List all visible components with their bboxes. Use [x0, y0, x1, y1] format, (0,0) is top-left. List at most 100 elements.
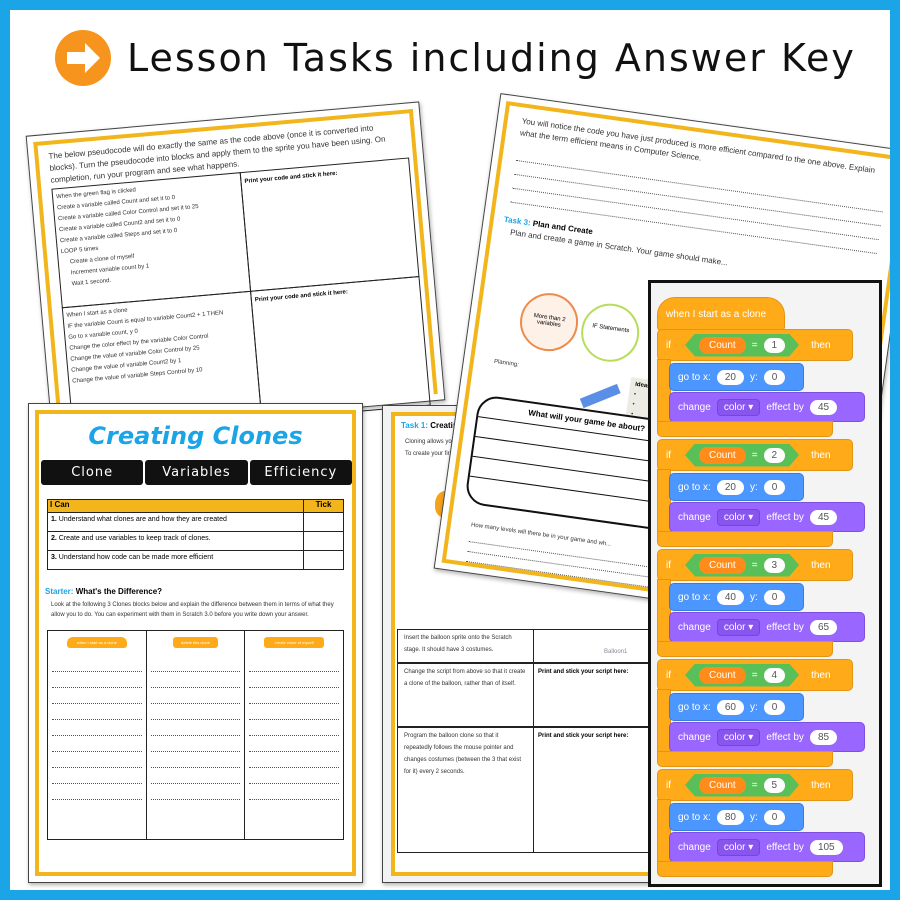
change-label: change [678, 511, 711, 523]
x-value[interactable]: 40 [716, 589, 744, 605]
effect-value[interactable]: 65 [809, 619, 838, 635]
count-value[interactable]: 5 [764, 778, 786, 793]
count-value[interactable]: 1 [764, 338, 786, 353]
task-row: Insert the balloon sprite onto the Scrat… [398, 630, 534, 662]
arrow-right-circle-icon [55, 30, 111, 86]
equals-sign: = [751, 559, 758, 571]
effect-name: color [723, 511, 746, 523]
effect-dropdown[interactable]: color ▾ [716, 508, 761, 526]
hat-block: when I start as a clone [657, 297, 785, 331]
effect-name: color [723, 841, 746, 853]
equals-condition: Count = 1 [685, 334, 799, 357]
y-label: y: [749, 701, 758, 713]
x-value[interactable]: 20 [716, 479, 744, 495]
equals-condition: Count = 2 [685, 444, 799, 467]
tick-box[interactable] [303, 532, 343, 550]
count-value[interactable]: 2 [764, 448, 786, 463]
effect-dropdown[interactable]: color ▾ [716, 398, 761, 416]
equals-sign: = [751, 449, 758, 461]
effect-value[interactable]: 105 [809, 839, 843, 855]
effect-name: color [723, 401, 746, 413]
count-variable: Count [699, 667, 746, 684]
objective-row: 1. Understand what clones are and how th… [48, 512, 343, 531]
creating-clones-page: Creating Clones Clone Variables Efficiency… [28, 403, 363, 883]
delete-block: delete this clone [173, 637, 218, 648]
then-label: then [811, 779, 831, 791]
objective-text: Understand how code can be made more eff… [58, 554, 214, 561]
arrow-icon [579, 383, 621, 409]
change-label: change [678, 621, 711, 633]
objective-number: 1. [51, 516, 57, 523]
if-label: if [666, 339, 671, 351]
y-value[interactable]: 0 [763, 589, 786, 605]
block-option: myself [302, 640, 314, 645]
task-row: Change the script from above so that it … [398, 664, 534, 726]
y-label: y: [749, 591, 758, 603]
bubble-variables: More than 2 variables [516, 289, 582, 355]
effect-value[interactable]: 45 [809, 399, 838, 415]
planning-label: Planning: [493, 358, 520, 369]
then-label: then [811, 669, 831, 681]
objective-row: 3. Understand how code can be made more … [48, 550, 343, 569]
task-label: Task 3: [503, 214, 532, 228]
block-text: create clone of [274, 640, 301, 645]
effect-by-label: effect by [766, 731, 804, 743]
change-label: change [678, 401, 711, 413]
y-value[interactable]: 0 [763, 369, 786, 385]
count-value[interactable]: 4 [764, 668, 786, 683]
effect-dropdown[interactable]: color ▾ [716, 728, 761, 746]
count-value[interactable]: 3 [764, 558, 786, 573]
count-variable: Count [699, 557, 746, 574]
y-value[interactable]: 0 [763, 699, 786, 715]
difference-table: when I start as a clone delete this clon… [47, 630, 344, 840]
print-label: Print and stick your script here: [538, 733, 629, 739]
effect-by-label: effect by [766, 841, 804, 853]
pseudocode-page: The below pseudocode will do exactly the… [25, 101, 446, 437]
change-label: change [678, 731, 711, 743]
effect-name: color [723, 621, 746, 633]
x-value[interactable]: 20 [716, 369, 744, 385]
starter-text: Look at the following 3 Clones blocks be… [51, 602, 334, 618]
effect-by-label: effect by [766, 401, 804, 413]
effect-value[interactable]: 85 [809, 729, 838, 745]
equals-condition: Count = 3 [685, 554, 799, 577]
tab-variables: Variables [145, 460, 248, 485]
effect-dropdown[interactable]: color ▾ [716, 618, 761, 636]
x-value[interactable]: 60 [716, 699, 744, 715]
bubble-if: IF Statements [577, 299, 643, 366]
count-variable: Count [699, 447, 746, 464]
goto-label: go to x: [678, 371, 711, 383]
x-value[interactable]: 80 [716, 809, 744, 825]
objective-number: 3. [51, 554, 57, 561]
starter-label: Starter: [45, 587, 74, 596]
goto-label: go to x: [678, 591, 711, 603]
tick-box[interactable] [303, 551, 343, 569]
objectives-table: I Can Tick 1. Understand what clones are … [47, 499, 344, 570]
goto-label: go to x: [678, 811, 711, 823]
then-label: then [811, 339, 831, 351]
y-value[interactable]: 0 [763, 809, 786, 825]
equals-sign: = [751, 339, 758, 351]
effect-value[interactable]: 45 [809, 509, 838, 525]
equals-sign: = [751, 779, 758, 791]
tick-box[interactable] [303, 513, 343, 531]
goto-label: go to x: [678, 481, 711, 493]
goto-label: go to x: [678, 701, 711, 713]
effect-name: color [723, 731, 746, 743]
equals-condition: Count = 5 [685, 774, 799, 797]
table-header: Tick [303, 500, 343, 512]
pseudocode-block-1: When the green flag is clicked Create a v… [51, 172, 252, 309]
header: Lesson Tasks including Answer Key [55, 28, 856, 88]
then-label: then [811, 559, 831, 571]
y-value[interactable]: 0 [763, 479, 786, 495]
create-clone-block: create clone of myself [264, 637, 325, 648]
hat-block: when I start as a clone [66, 637, 127, 648]
if-label: if [666, 779, 671, 791]
task-row: Program the balloon clone so that it rep… [398, 728, 534, 852]
effect-dropdown[interactable]: color ▾ [716, 838, 761, 856]
objective-number: 2. [51, 535, 57, 542]
tab-efficiency: Efficiency [249, 460, 352, 485]
worksheet-title: Creating Clones [88, 422, 303, 450]
then-label: then [811, 449, 831, 461]
change-label: change [678, 841, 711, 853]
